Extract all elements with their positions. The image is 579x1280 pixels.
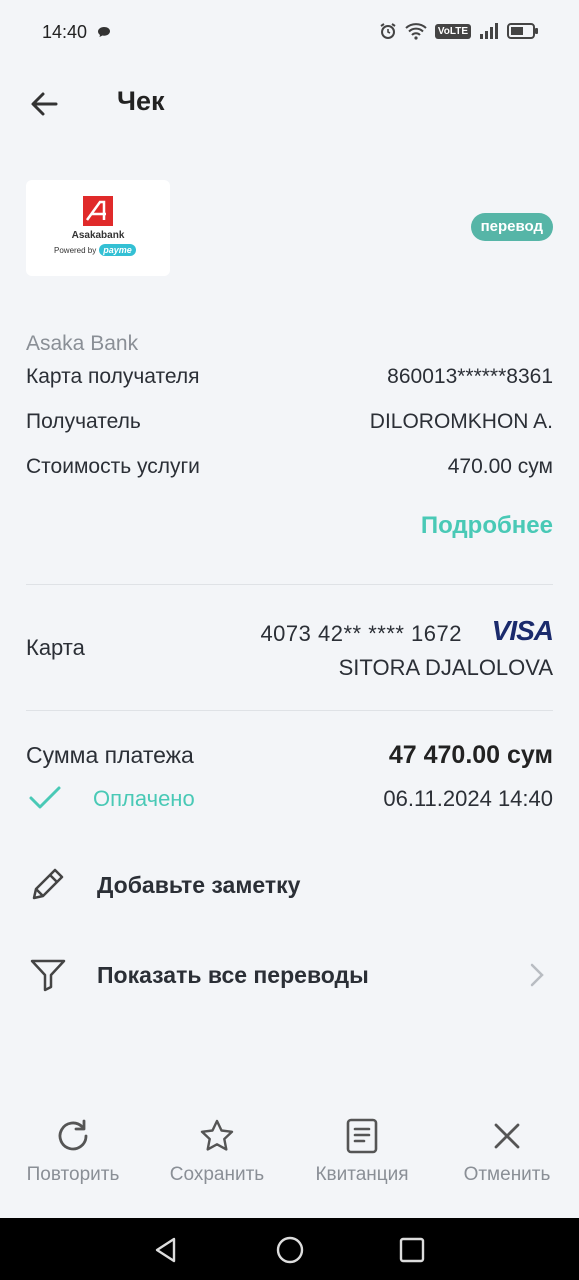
volte-indicator: VoLTE bbox=[434, 23, 471, 39]
logo-name: Asakabank bbox=[71, 230, 125, 241]
details-link[interactable]: Подробнее bbox=[421, 512, 553, 540]
recipient-card-label: Карта получателя bbox=[26, 365, 200, 388]
signal-icon bbox=[480, 23, 498, 39]
receipt-label: Квитанция bbox=[315, 1164, 409, 1185]
logo-powered-by: Powered by payme bbox=[54, 244, 136, 256]
receipt-button[interactable]: Квитанция bbox=[297, 1110, 427, 1186]
recipient-value: DILOROMKHON A. bbox=[369, 410, 553, 433]
repeat-label: Повторить bbox=[26, 1164, 120, 1185]
divider bbox=[26, 584, 553, 585]
pencil-icon bbox=[32, 868, 64, 900]
card-number: 4073 42** **** 1672 bbox=[260, 621, 462, 646]
payme-logo: payme bbox=[99, 244, 136, 256]
filter-icon bbox=[30, 959, 66, 992]
bank-name: Asaka Bank bbox=[26, 332, 139, 355]
save-button[interactable]: Сохранить bbox=[152, 1110, 282, 1186]
bank-logo: Asakabank Powered by payme bbox=[26, 180, 170, 276]
page-title: Чек bbox=[117, 86, 165, 116]
card-holder: SITORA DJALOLOVA bbox=[338, 655, 553, 680]
show-all-transfers-label: Показать все переводы bbox=[97, 962, 369, 988]
star-icon bbox=[200, 1119, 234, 1151]
cancel-button[interactable]: Отменить bbox=[442, 1110, 572, 1186]
back-arrow-icon[interactable] bbox=[24, 84, 64, 124]
divider bbox=[26, 710, 553, 711]
app-header: Чек bbox=[0, 70, 579, 136]
chat-bubble-icon bbox=[98, 27, 110, 37]
service-fee-row: Стоимость услуги 470.00 сум bbox=[26, 455, 553, 485]
recipient-card-row: Карта получателя 860013******8361 bbox=[26, 365, 553, 395]
close-icon bbox=[494, 1123, 520, 1149]
recipient-label: Получатель bbox=[26, 410, 141, 433]
wifi-icon bbox=[405, 23, 427, 40]
status-time: 14:40 bbox=[42, 22, 88, 42]
visa-logo: VISA bbox=[491, 615, 554, 646]
system-nav-bar bbox=[0, 1218, 579, 1280]
payment-status: Оплачено bbox=[93, 786, 195, 811]
add-note-button[interactable]: Добавьте заметку bbox=[26, 860, 553, 910]
nav-recents-icon[interactable] bbox=[399, 1237, 425, 1263]
card-label: Карта bbox=[26, 635, 85, 660]
service-fee-value: 470.00 сум bbox=[447, 455, 553, 478]
refresh-icon bbox=[58, 1119, 88, 1151]
service-fee-label: Стоимость услуги bbox=[26, 455, 200, 478]
show-all-transfers-button[interactable]: Показать все переводы bbox=[26, 950, 553, 1000]
asakabank-logo-icon bbox=[83, 196, 113, 226]
repeat-button[interactable]: Повторить bbox=[8, 1110, 138, 1186]
bottom-toolbar: Повторить Сохранить Квитанция Отменить bbox=[0, 1110, 579, 1210]
powered-by-text: Powered by bbox=[54, 245, 97, 255]
chevron-right-icon bbox=[530, 963, 544, 987]
payment-sum-value: 47 470.00 сум bbox=[388, 741, 553, 769]
recipient-card-value: 860013******8361 bbox=[387, 365, 553, 388]
battery-icon bbox=[507, 23, 538, 39]
alarm-icon bbox=[380, 23, 396, 39]
status-bar: 14:40 VoLTE bbox=[0, 0, 579, 64]
save-label: Сохранить bbox=[169, 1164, 265, 1185]
transfer-type-badge: перевод bbox=[470, 213, 553, 241]
nav-back-icon[interactable] bbox=[152, 1236, 180, 1264]
checkmark-icon bbox=[29, 786, 61, 809]
recipient-row: Получатель DILOROMKHON A. bbox=[26, 410, 553, 440]
add-note-label: Добавьте заметку bbox=[97, 872, 301, 898]
nav-home-icon[interactable] bbox=[275, 1235, 305, 1265]
payment-sum-label: Сумма платежа bbox=[26, 742, 194, 768]
payment-datetime: 06.11.2024 14:40 bbox=[383, 786, 553, 811]
document-icon bbox=[346, 1118, 378, 1154]
cancel-label: Отменить bbox=[463, 1164, 551, 1185]
